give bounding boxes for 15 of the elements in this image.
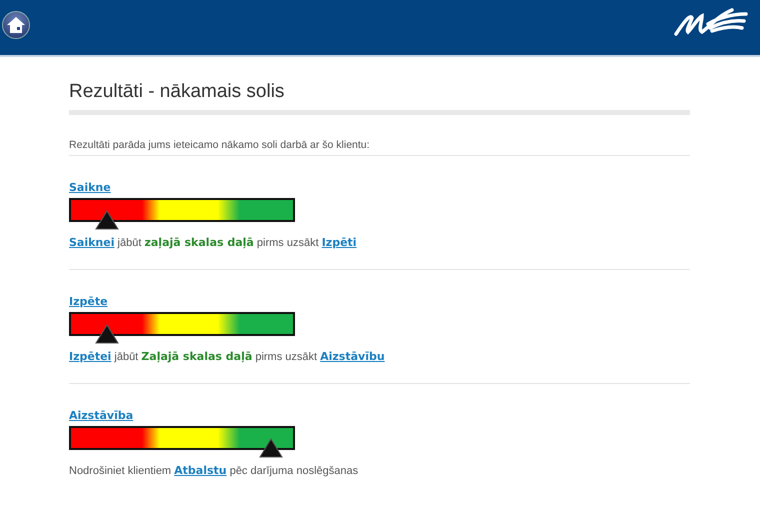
step-link[interactable]: Izpētei [69,350,112,363]
step-link[interactable]: Aizstāvību [320,350,385,363]
step-link[interactable]: Saiknei [69,236,114,249]
section-link[interactable]: Saikne [69,181,111,194]
guidance-text: Nodrošiniet klientiem Atbalstu pēc darījuma noslēgšanas [69,464,360,477]
page-title: Rezultāti - nākamais solis [69,81,286,103]
section-link[interactable]: Izpēte [69,295,108,308]
section-link[interactable]: Aizstāvība [69,409,134,422]
step-link[interactable]: Izpēti [322,236,357,249]
guidance-text: Saiknei jābūt zaļajā skalas daļā pirms uzsākt Izpēti [69,236,358,249]
intro-text: Rezultāti parāda jums ieteicamo nākamo soli darbā ar šo klientu: [69,139,690,156]
house-icon [6,16,26,34]
step-link[interactable]: Atbalstu [174,464,227,477]
guidance-text: Izpētei jābūt Zaļajā skalas daļā pirms uzsākt Aizstāvību [69,350,386,363]
home-button[interactable] [2,10,30,38]
